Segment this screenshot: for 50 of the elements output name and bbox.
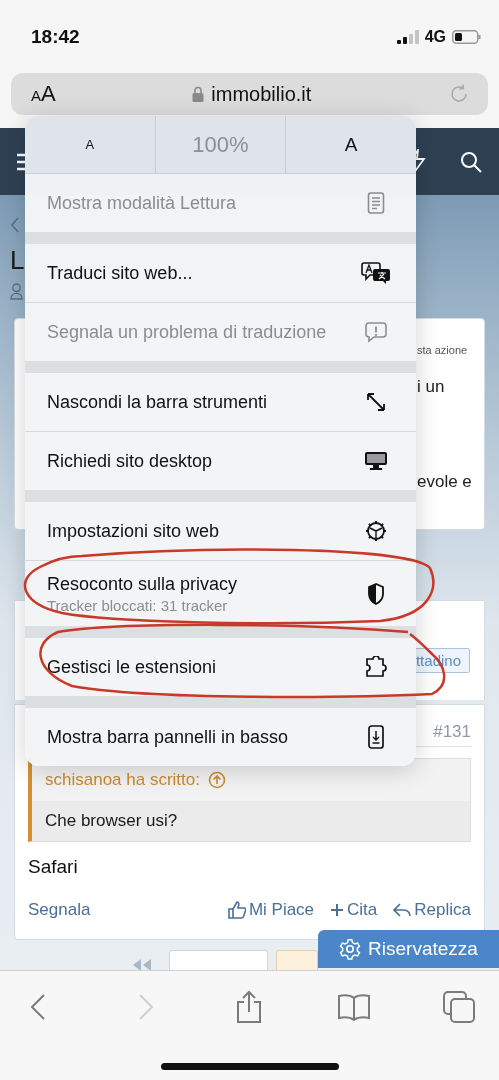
share-icon[interactable] xyxy=(235,990,263,1024)
page-title: L xyxy=(10,245,25,275)
book-icon[interactable] xyxy=(337,993,371,1021)
user-icon xyxy=(10,283,23,300)
zoom-level: 100% xyxy=(154,116,286,173)
text-fragment: i un xyxy=(417,377,446,397)
search-icon[interactable] xyxy=(460,150,482,173)
menu-item[interactable]: Richiedi sito desktop xyxy=(25,432,416,490)
speech-bubble-icon xyxy=(365,321,387,343)
phone-download-icon xyxy=(368,725,384,749)
thumbs-up-icon xyxy=(227,901,246,919)
puzzle-piece-icon xyxy=(364,656,388,678)
increase-text-size-button[interactable]: A xyxy=(285,116,416,173)
report-link[interactable]: Segnala xyxy=(28,900,91,920)
plus-icon xyxy=(330,903,345,917)
reload-icon[interactable] xyxy=(448,83,470,105)
like-link[interactable]: Mi Piace xyxy=(227,900,315,920)
document-icon xyxy=(367,192,385,214)
battery-icon xyxy=(452,29,482,44)
settings-icon xyxy=(364,519,388,543)
quote-link[interactable]: Cita xyxy=(330,900,378,920)
text-fragment: sta azione xyxy=(417,344,469,358)
menu-item[interactable]: Impostazioni sito web xyxy=(25,502,416,560)
url-text[interactable]: immobilio.it xyxy=(211,82,312,106)
settings-icon xyxy=(339,938,362,960)
tabs-icon[interactable] xyxy=(443,991,475,1023)
shield-icon xyxy=(367,582,385,605)
back-icon[interactable] xyxy=(30,993,46,1021)
reply-link[interactable]: Replica xyxy=(393,900,471,920)
menu-item[interactable]: Nascondi la barra strumenti xyxy=(25,373,416,431)
resize-arrows-icon xyxy=(366,392,386,412)
reply-arrow-icon xyxy=(393,902,412,918)
network-label: 4G xyxy=(424,27,446,46)
text-size-button[interactable]: AA xyxy=(31,81,56,107)
monitor-icon xyxy=(365,451,387,471)
menu-item[interactable]: Mostra barra pannelli in basso xyxy=(25,708,416,766)
menu-item[interactable]: Resoconto sulla privacy Tracker bloccati: 31 tracker xyxy=(25,561,416,626)
signal-icon xyxy=(396,29,419,44)
quote-text: Che browser usi? xyxy=(45,811,178,831)
post-body: Safari xyxy=(28,855,79,879)
decrease-text-size-button[interactable]: A xyxy=(25,116,155,173)
lock-icon xyxy=(192,86,205,102)
text-fragment: evole e xyxy=(417,472,473,492)
menu-item[interactable]: Traduci sito web... xyxy=(25,244,416,302)
privacy-settings-button[interactable]: Riservatezza xyxy=(318,930,499,968)
double-chevron-icon[interactable] xyxy=(131,958,153,970)
translate-icon xyxy=(361,261,391,285)
clock-time: 18:42 xyxy=(31,25,81,48)
arrow-up-circle-icon[interactable] xyxy=(207,771,226,789)
chevron-left-icon[interactable] xyxy=(10,217,20,233)
